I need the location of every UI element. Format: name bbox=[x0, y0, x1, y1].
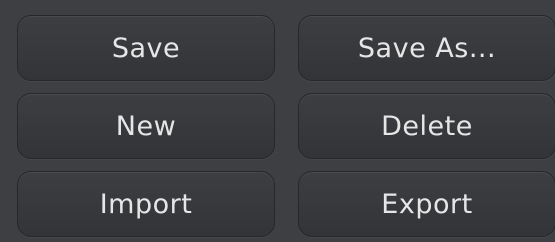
export-button[interactable]: Export bbox=[298, 171, 555, 237]
import-button[interactable]: Import bbox=[17, 171, 275, 237]
save-button[interactable]: Save bbox=[17, 15, 275, 81]
save-as-button[interactable]: Save As... bbox=[298, 15, 555, 81]
new-button[interactable]: New bbox=[17, 93, 275, 159]
delete-button[interactable]: Delete bbox=[298, 93, 555, 159]
file-actions-panel: Save Save As... New Delete Import Export bbox=[0, 0, 555, 242]
